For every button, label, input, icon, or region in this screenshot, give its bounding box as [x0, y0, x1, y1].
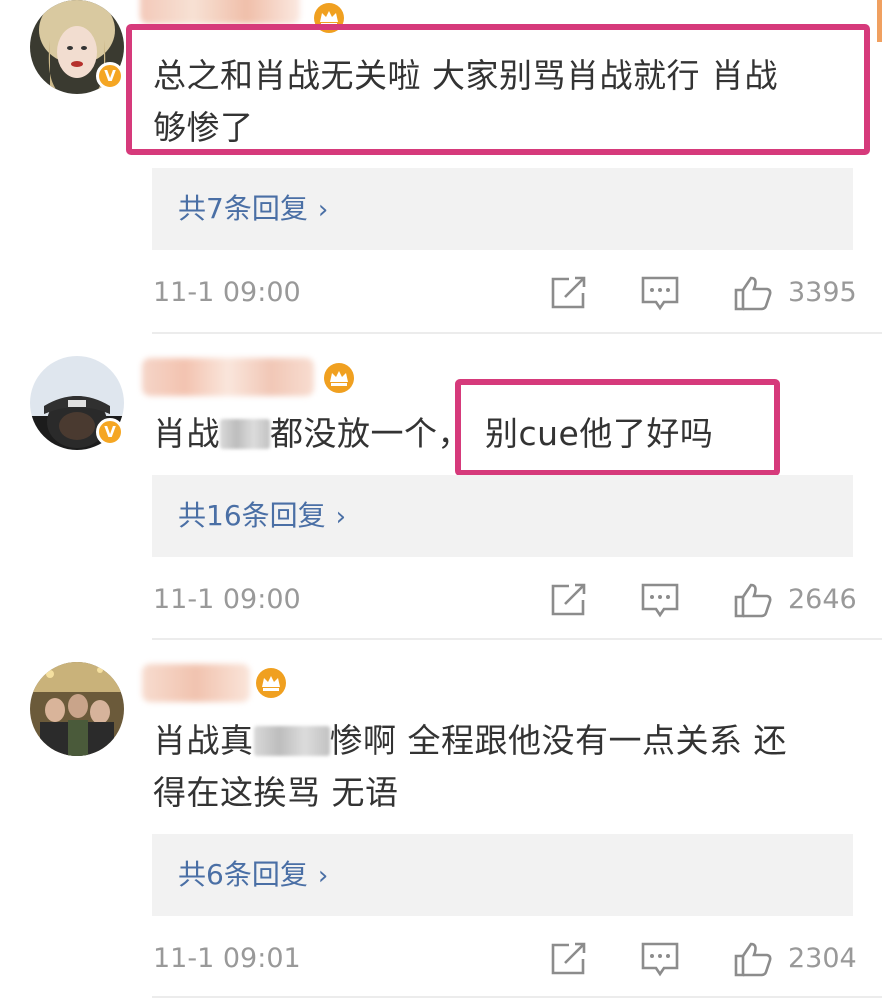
thumbs-up-icon[interactable]: [733, 582, 773, 618]
reply-count-label: 共16条回复: [178, 499, 326, 532]
crown-icon: [324, 363, 354, 393]
verified-badge-icon: V: [96, 62, 124, 90]
username-redacted[interactable]: [140, 0, 300, 24]
divider: [152, 996, 882, 998]
share-icon[interactable]: [549, 582, 589, 618]
verified-badge-icon: V: [96, 418, 124, 446]
comment-text: 肖战真 惨啊 全程跟他没有一点关系 还 得在这挨骂 无语: [153, 715, 787, 819]
censored-text: [220, 419, 270, 449]
chevron-right-icon: ›: [317, 195, 329, 225]
comment-text-part: 肖战: [153, 414, 220, 453]
view-replies-link[interactable]: 共7条回复 ›: [178, 190, 328, 229]
avatar[interactable]: V: [30, 356, 124, 450]
thumbs-up-icon[interactable]: [733, 941, 773, 977]
reply-box: 共16条回复 ›: [152, 475, 853, 557]
comment-icon[interactable]: [640, 275, 680, 311]
comment-text-line: 肖战真 惨啊 全程跟他没有一点关系 还: [153, 715, 787, 767]
highlight-box: [126, 24, 870, 155]
thumbs-up-icon[interactable]: [733, 275, 773, 311]
username-redacted[interactable]: [142, 664, 250, 702]
scrollbar[interactable]: [877, 0, 882, 42]
censored-text: [253, 726, 330, 756]
username-redacted[interactable]: [142, 358, 314, 396]
comment-text-line: 得在这挨骂 无语: [153, 773, 399, 812]
comment-actions: 11-1 09:00 3395: [0, 273, 882, 313]
reply-box: 共7条回复 ›: [152, 168, 853, 250]
comment-actions: 11-1 09:01 2304: [0, 939, 882, 979]
comment-text-part: 惨啊 全程跟他没有一点关系 还: [329, 721, 787, 760]
view-replies-link[interactable]: 共16条回复 ›: [178, 497, 346, 536]
crown-icon: [256, 668, 286, 698]
share-icon[interactable]: [549, 941, 589, 977]
divider: [152, 638, 882, 640]
like-count: 2304: [788, 943, 857, 974]
timestamp: 11-1 09:01: [153, 943, 301, 974]
like-count: 3395: [788, 277, 857, 308]
view-replies-link[interactable]: 共6条回复 ›: [178, 856, 328, 895]
comment-text-part: 肖战真: [153, 721, 254, 760]
comment-actions: 11-1 09:00 2646: [0, 580, 882, 620]
reply-count-label: 共7条回复: [178, 192, 308, 225]
chevron-right-icon: ›: [335, 502, 347, 532]
like-count: 2646: [788, 584, 857, 615]
reply-box: 共6条回复 ›: [152, 834, 853, 916]
comment-icon[interactable]: [640, 941, 680, 977]
avatar-image: [30, 662, 124, 756]
reply-count-label: 共6条回复: [178, 858, 308, 891]
comment-text-part: 都没放一个，: [270, 414, 471, 453]
chevron-right-icon: ›: [317, 861, 329, 891]
avatar[interactable]: V: [30, 0, 124, 94]
avatar[interactable]: [30, 662, 124, 756]
divider: [152, 332, 882, 334]
comment-icon[interactable]: [640, 582, 680, 618]
timestamp: 11-1 09:00: [153, 277, 301, 308]
highlight-box: [455, 379, 780, 476]
share-icon[interactable]: [549, 275, 589, 311]
timestamp: 11-1 09:00: [153, 584, 301, 615]
